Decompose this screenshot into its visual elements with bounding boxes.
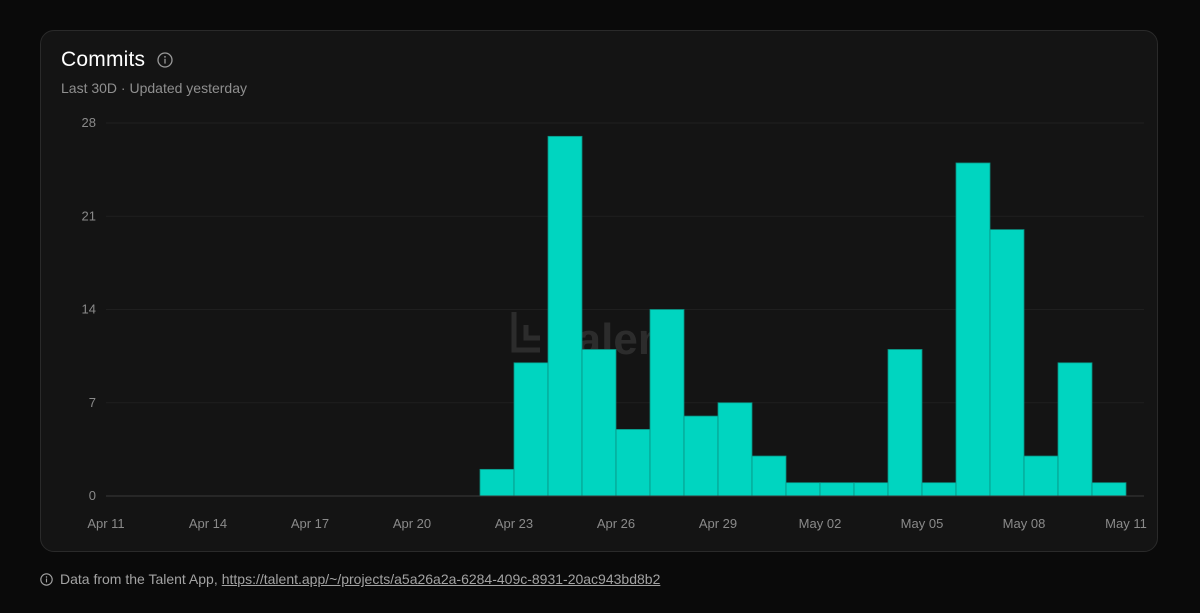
bar	[887, 349, 923, 497]
bar	[1057, 362, 1093, 497]
x-tick-label: Apr 14	[189, 516, 227, 531]
footer: Data from the Talent App, https://talent…	[40, 571, 660, 587]
x-tick-label: May 08	[1003, 516, 1046, 531]
x-tick-label: Apr 26	[597, 516, 635, 531]
info-icon	[40, 572, 53, 586]
bar	[1091, 482, 1127, 497]
bar	[513, 362, 549, 497]
bar	[615, 428, 651, 497]
y-tick-label: 28	[82, 115, 96, 130]
x-tick-label: Apr 11	[87, 516, 124, 531]
bar	[921, 482, 957, 497]
bar	[649, 309, 685, 497]
x-tick-label: Apr 23	[495, 516, 533, 531]
y-tick-label: 21	[82, 208, 96, 223]
y-tick-label: 14	[82, 302, 96, 317]
x-tick-label: May 05	[901, 516, 944, 531]
bar	[1023, 455, 1059, 497]
x-tick-label: Apr 20	[393, 516, 431, 531]
x-tick-label: May 02	[799, 516, 842, 531]
bar	[717, 402, 753, 497]
y-tick-label: 0	[89, 488, 96, 503]
bar	[989, 229, 1025, 497]
bar	[581, 349, 617, 497]
x-tick-label: Apr 29	[699, 516, 737, 531]
x-tick-label: Apr 17	[291, 516, 329, 531]
bar	[785, 482, 821, 497]
bar	[853, 482, 889, 497]
commits-chart: talent07142128Apr 11 Apr 14 Apr 17 Apr 20 Ap…	[82, 115, 1147, 531]
footer-text: Data from the Talent App,	[60, 571, 218, 587]
bar	[955, 162, 991, 497]
bar	[751, 455, 787, 497]
y-tick-label: 7	[89, 395, 96, 410]
bar	[547, 135, 583, 497]
bar	[819, 482, 855, 497]
x-tick-label: May 11	[1105, 516, 1147, 531]
project-link[interactable]: https://talent.app/~/projects/a5a26a2a-6…	[222, 571, 661, 587]
bar	[479, 468, 515, 497]
bar	[683, 415, 719, 497]
